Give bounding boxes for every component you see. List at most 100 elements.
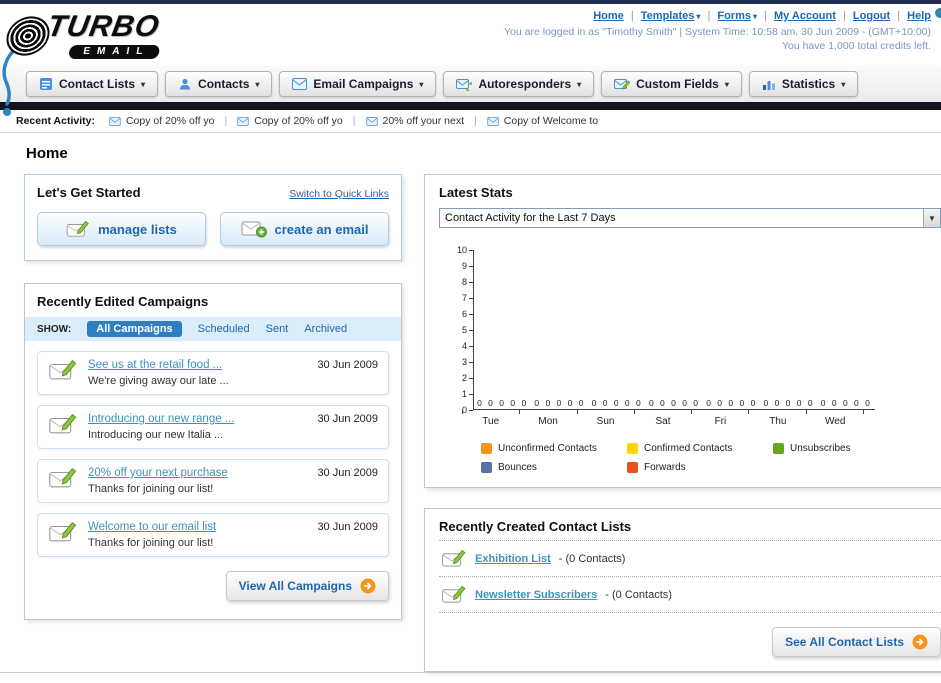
chart-x-label: Tue bbox=[482, 416, 500, 427]
right-column: Latest Stats Contact Activity for the La… bbox=[424, 174, 941, 672]
campaign-date: 30 Jun 2009 bbox=[317, 359, 378, 371]
recent-activity-item[interactable]: Copy of 20% off yo bbox=[237, 115, 343, 127]
nav-tab-label: Contacts bbox=[198, 77, 250, 91]
chart-x-tick bbox=[633, 410, 635, 414]
statistics-icon bbox=[762, 81, 775, 90]
credits-info: You have 1,000 total credits left. bbox=[781, 40, 931, 52]
recent-activity-item-label: Copy of Welcome to bbox=[503, 115, 599, 127]
contact-list-link[interactable]: Newsletter Subscribers bbox=[475, 589, 597, 601]
chart-x-axis: Tue Mon Sun Sat Fri Thu Wed bbox=[462, 414, 864, 427]
recent-activity-item-label: 20% off your next bbox=[382, 115, 465, 127]
app-logo[interactable]: TURBO EMAIL bbox=[5, 6, 162, 66]
nav-tab-label: Autoresponders bbox=[478, 77, 572, 91]
campaign-row[interactable]: Introducing our new range ... Introducin… bbox=[37, 405, 389, 449]
separator: | bbox=[707, 10, 711, 22]
filter-sent[interactable]: Sent bbox=[266, 323, 289, 335]
contact-list-item[interactable]: Newsletter Subscribers - (0 Contacts) bbox=[439, 577, 941, 612]
contacts-icon bbox=[180, 78, 191, 90]
legend-label: Bounces bbox=[498, 462, 537, 473]
page-title: Home bbox=[26, 145, 68, 162]
chart-y-axis: 10 9 8 7 6 5 4 3 2 1 0 bbox=[451, 245, 473, 415]
separator: | bbox=[630, 10, 634, 22]
arrow-circle-icon bbox=[912, 634, 928, 650]
nav-tab-autoresponders[interactable]: Autoresponders ▾ bbox=[443, 71, 595, 97]
recent-contact-lists-panel: Recently Created Contact Lists Exhibitio… bbox=[424, 508, 941, 672]
campaign-title-link[interactable]: Introducing our new range ... bbox=[88, 413, 307, 425]
left-column: Let's Get Started Switch to Quick Links … bbox=[24, 174, 402, 620]
nav-tab-email-campaigns[interactable]: Email Campaigns ▾ bbox=[279, 71, 437, 97]
decorative-dot bbox=[935, 8, 941, 18]
pencil-envelope-icon bbox=[49, 468, 77, 488]
show-label: SHOW: bbox=[37, 323, 72, 335]
envelope-icon bbox=[109, 116, 121, 126]
chart-value-group: 0 0 0 0 0 bbox=[534, 398, 586, 408]
view-all-campaigns-button[interactable]: View All Campaigns bbox=[225, 571, 389, 601]
campaign-row[interactable]: Welcome to our email list Thanks for joi… bbox=[37, 513, 389, 557]
nav-tab-label: Contact Lists bbox=[59, 77, 136, 91]
filter-archived[interactable]: Archived bbox=[304, 323, 347, 335]
contact-list-item[interactable]: Exhibition List - (0 Contacts) bbox=[439, 541, 941, 576]
chevron-down-icon: ▾ bbox=[577, 79, 582, 89]
top-link-forms-label: Forms bbox=[717, 10, 751, 22]
top-link-templates[interactable]: Templates ▾ bbox=[641, 10, 701, 22]
recent-activity-item[interactable]: Copy of Welcome to bbox=[487, 115, 598, 127]
legend-swatch bbox=[481, 462, 492, 473]
stats-period-select[interactable]: Contact Activity for the Last 7 Days ▼ bbox=[439, 208, 941, 228]
legend-label: Forwards bbox=[644, 462, 686, 473]
chevron-down-icon: ▾ bbox=[141, 79, 146, 89]
campaign-row[interactable]: 20% off your next purchase Thanks for jo… bbox=[37, 459, 389, 503]
switch-quick-links-link[interactable]: Switch to Quick Links bbox=[289, 188, 389, 200]
nav-tab-label: Custom Fields bbox=[636, 77, 719, 91]
recent-activity-label: Recent Activity: bbox=[16, 115, 95, 127]
top-link-help[interactable]: Help bbox=[907, 10, 931, 22]
chart-value-group: 0 0 0 0 0 bbox=[477, 398, 529, 408]
nav-tab-custom-fields[interactable]: Custom Fields ▾ bbox=[601, 71, 742, 97]
chart-plot-area: 0 0 0 0 0 0 0 0 0 0 0 0 0 0 0 0 0 0 0 0 0 0 … bbox=[473, 250, 875, 410]
campaign-title-link[interactable]: 20% off your next purchase bbox=[88, 467, 307, 479]
nav-tab-contact-lists[interactable]: Contact Lists ▾ bbox=[26, 71, 159, 97]
filter-scheduled[interactable]: Scheduled bbox=[198, 323, 250, 335]
chevron-down-icon: ▾ bbox=[752, 12, 757, 21]
autoresponder-icon bbox=[456, 78, 473, 91]
recent-activity-item[interactable]: 20% off your next bbox=[365, 115, 465, 127]
pencil-envelope-icon bbox=[442, 585, 466, 603]
logo-subtitle: EMAIL bbox=[67, 45, 161, 59]
campaigns-filter-bar: SHOW: All Campaigns Scheduled Sent Archi… bbox=[25, 317, 401, 341]
recent-activity-item-label: Copy of 20% off yo bbox=[125, 115, 215, 127]
legend-swatch bbox=[627, 462, 638, 473]
create-email-button[interactable]: create an email bbox=[220, 212, 389, 246]
chevron-down-icon: ▾ bbox=[724, 79, 729, 89]
top-link-my-account[interactable]: My Account bbox=[774, 10, 836, 22]
campaign-title-link[interactable]: See us at the retail food ... bbox=[88, 359, 307, 371]
top-link-logout[interactable]: Logout bbox=[853, 10, 890, 22]
contact-list-link[interactable]: Exhibition List bbox=[475, 553, 551, 565]
campaign-row[interactable]: See us at the retail food ... We're givi… bbox=[37, 351, 389, 395]
filter-all-campaigns[interactable]: All Campaigns bbox=[87, 321, 182, 337]
chart-plot-groups: 0 0 0 0 0 0 0 0 0 0 0 0 0 0 0 0 0 0 0 0 0 0 … bbox=[474, 398, 875, 408]
nav-tab-contacts[interactable]: Contacts ▾ bbox=[165, 71, 273, 97]
campaign-subtitle: Introducing our new Italia ... bbox=[88, 429, 224, 441]
campaign-subtitle: Thanks for joining our list! bbox=[88, 537, 214, 549]
top-link-home[interactable]: Home bbox=[593, 10, 624, 22]
legend-item: Unsubscribes bbox=[773, 443, 919, 454]
get-started-panel: Let's Get Started Switch to Quick Links … bbox=[24, 174, 402, 261]
main-content: Home Let's Get Started Switch to Quick L… bbox=[0, 133, 941, 672]
recent-activity-item[interactable]: Copy of 20% off yo bbox=[109, 115, 215, 127]
envelope-plus-icon bbox=[241, 221, 267, 238]
nav-tab-statistics[interactable]: Statistics ▾ bbox=[748, 71, 859, 97]
recent-activity-item-label: Copy of 20% off yo bbox=[254, 115, 343, 127]
chevron-down-icon: ▼ bbox=[923, 209, 940, 227]
campaigns-panel-title: Recently Edited Campaigns bbox=[37, 294, 209, 309]
stats-panel-title: Latest Stats bbox=[439, 185, 513, 200]
see-all-contact-lists-button[interactable]: See All Contact Lists bbox=[772, 627, 941, 657]
login-info: You are logged in as "Timothy Smith" | S… bbox=[504, 26, 931, 38]
legend-label: Unsubscribes bbox=[790, 443, 851, 454]
footer-divider bbox=[0, 672, 941, 673]
chevron-down-icon: ▾ bbox=[255, 79, 260, 89]
create-email-label: create an email bbox=[274, 221, 369, 237]
manage-lists-button[interactable]: manage lists bbox=[37, 212, 206, 246]
campaign-title-link[interactable]: Welcome to our email list bbox=[88, 521, 307, 533]
latest-stats-panel: Latest Stats Contact Activity for the La… bbox=[424, 174, 941, 488]
contact-list-count: - (0 Contacts) bbox=[558, 552, 626, 565]
top-link-forms[interactable]: Forms ▾ bbox=[717, 10, 757, 22]
